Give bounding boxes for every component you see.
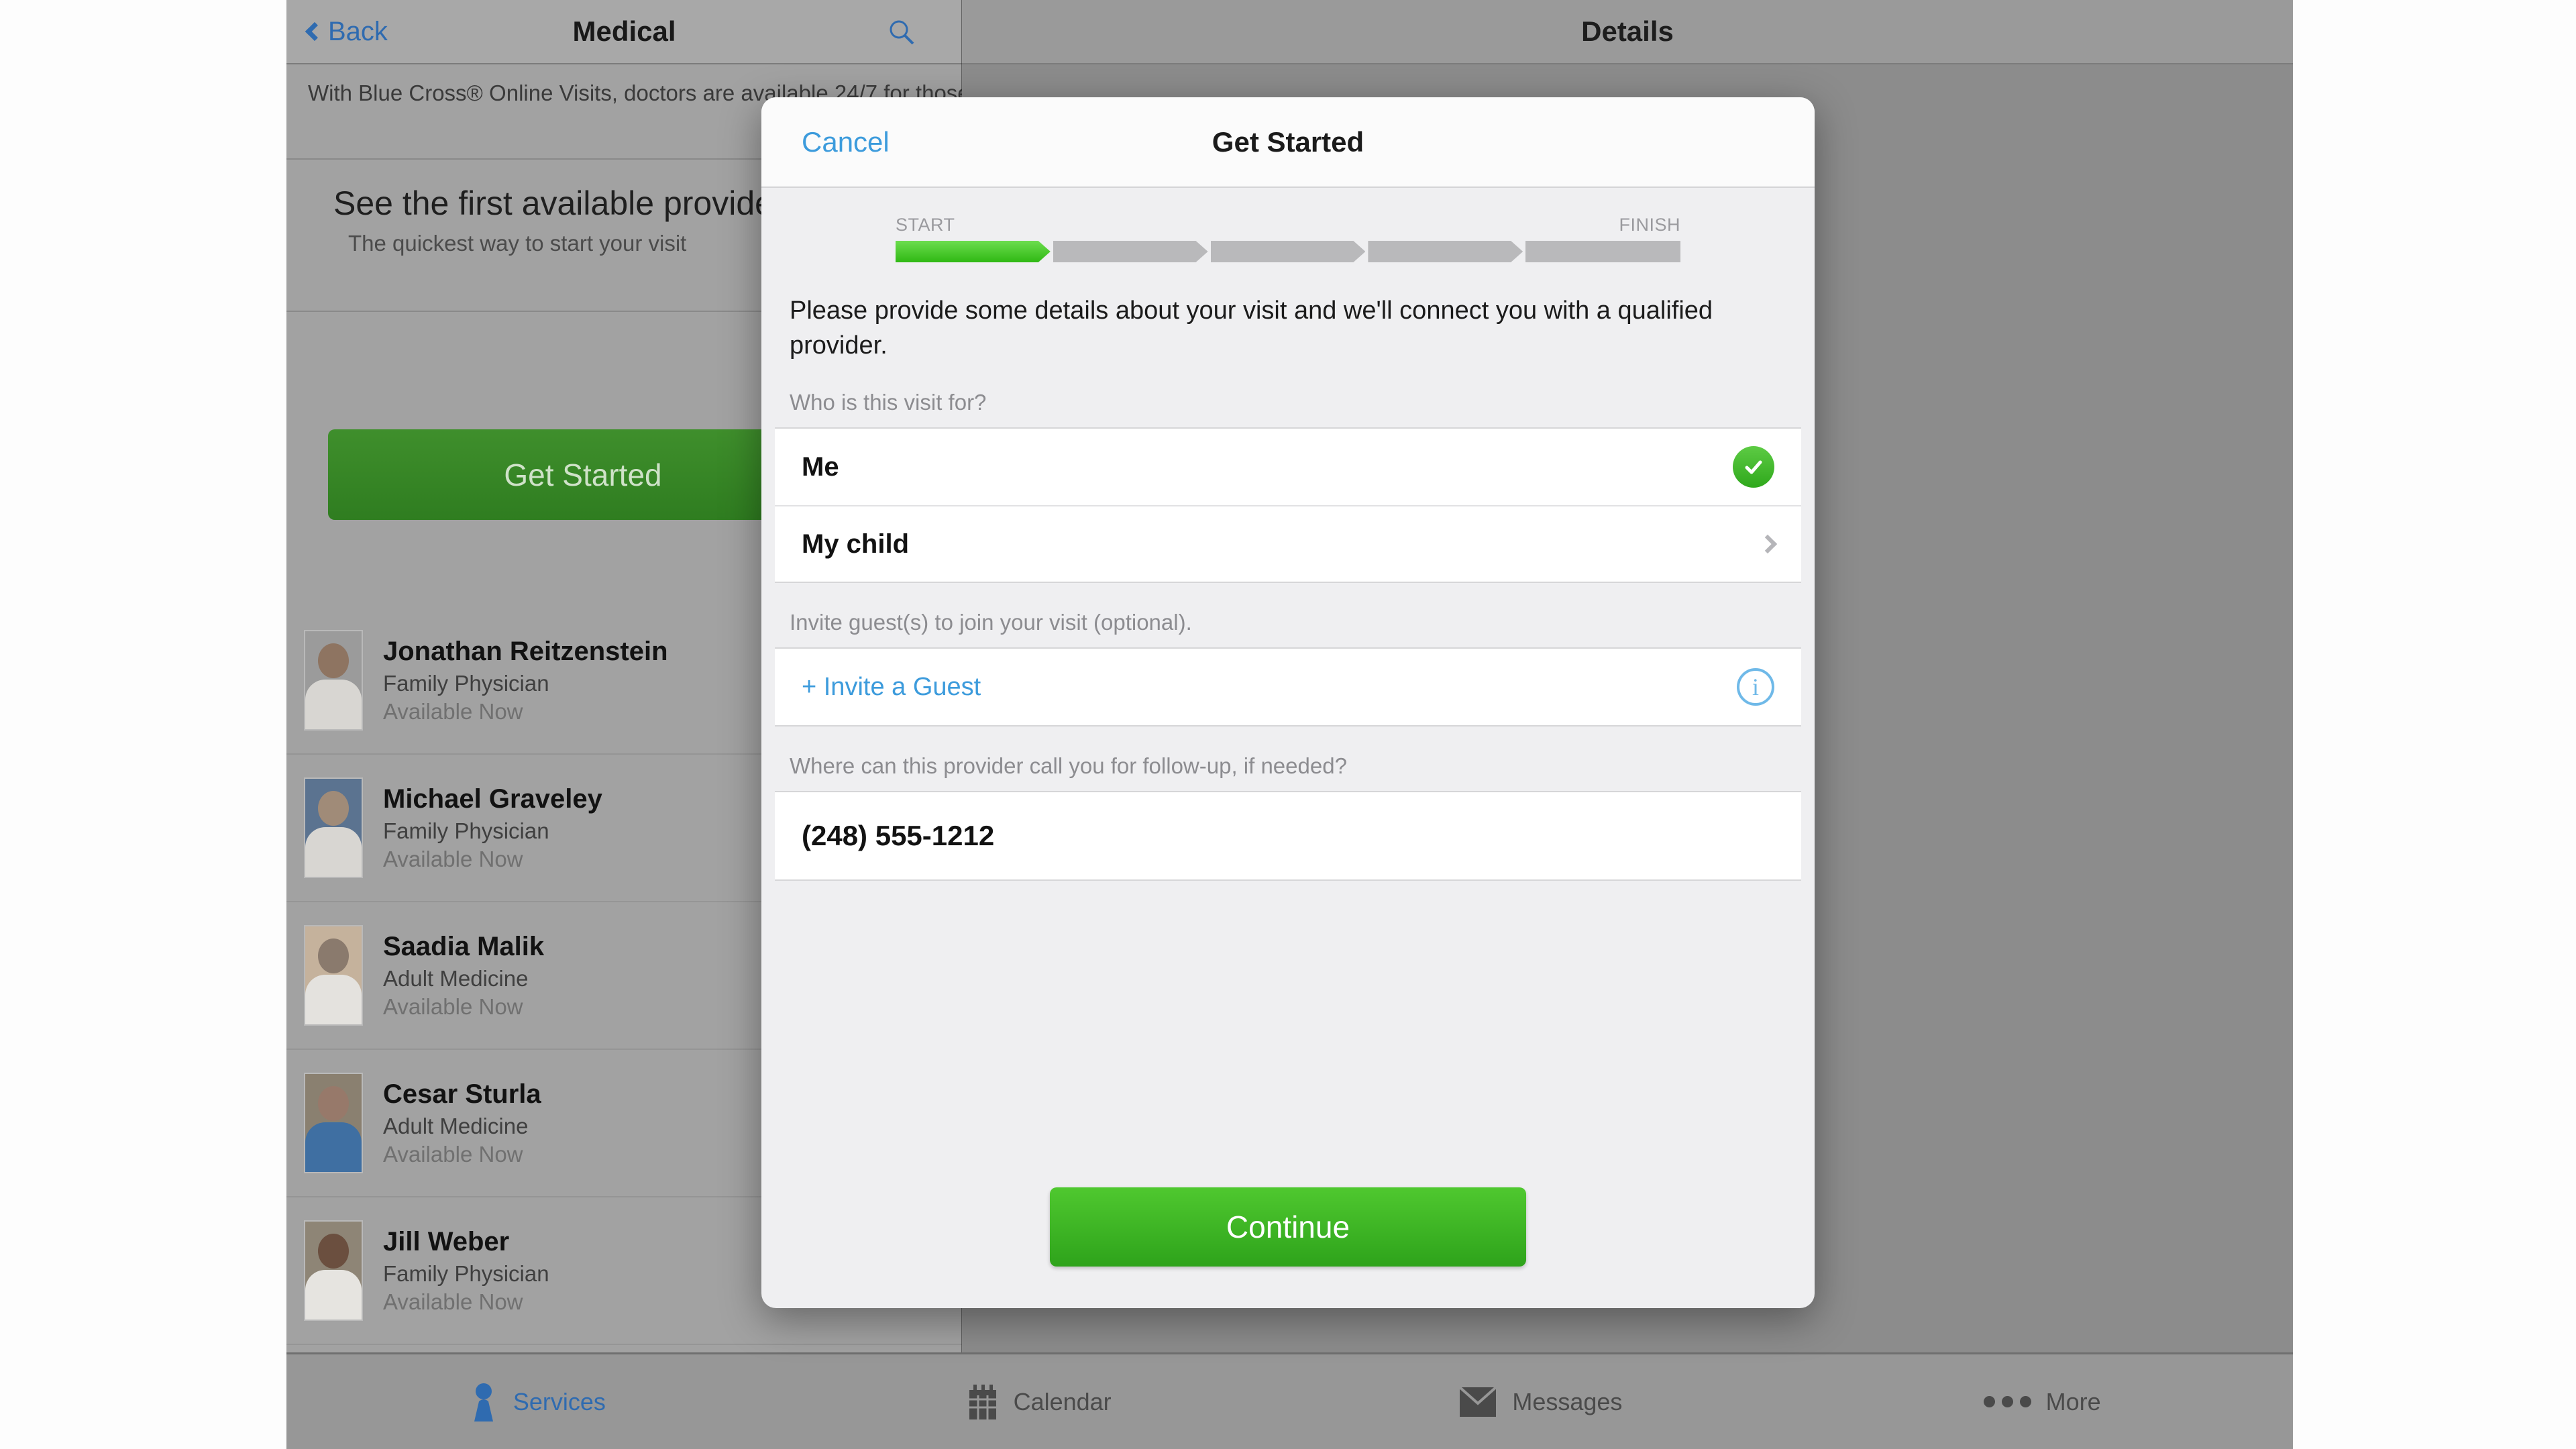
progress-segment-3 <box>1211 241 1366 262</box>
provider-availability: Available Now <box>383 698 523 724</box>
provider-name: Michael Graveley <box>383 784 602 814</box>
get-started-modal: Cancel Get Started START FINISH Please p… <box>761 97 1815 1308</box>
option-my-child-label: My child <box>802 529 910 559</box>
provider-availability: Available Now <box>383 994 523 1019</box>
invite-guest-row[interactable]: + Invite a Guest i <box>775 649 1801 725</box>
progress-segment-2 <box>1053 241 1208 262</box>
invite-guest-card: + Invite a Guest i <box>775 647 1801 727</box>
provider-name: Cesar Sturla <box>383 1079 541 1109</box>
avatar <box>304 630 363 731</box>
avatar <box>304 1220 363 1321</box>
progress-finish-label: FINISH <box>1619 215 1680 235</box>
get-started-label: Get Started <box>504 457 662 492</box>
chevron-right-icon <box>1758 534 1778 554</box>
phone-label: Where can this provider call you for fol… <box>790 753 1347 778</box>
phone-row[interactable]: (248) 555-1212 <box>775 792 1801 879</box>
tab-messages[interactable]: Messages <box>1290 1354 1792 1449</box>
continue-label: Continue <box>1226 1210 1350 1244</box>
progress-indicator: START FINISH <box>761 188 1815 262</box>
tab-bar: Services Calendar Messages More <box>286 1352 2293 1449</box>
search-icon[interactable] <box>888 19 915 46</box>
provider-specialty: Family Physician <box>383 670 549 696</box>
modal-header: Cancel Get Started <box>761 97 1815 188</box>
avatar <box>304 1073 363 1173</box>
provider-specialty: Adult Medicine <box>383 1113 529 1138</box>
phone-input[interactable]: (248) 555-1212 <box>802 820 994 852</box>
progress-segment-4 <box>1368 241 1523 262</box>
envelope-icon <box>1458 1386 1497 1417</box>
person-icon <box>474 1383 493 1421</box>
back-button[interactable]: Back <box>305 16 388 47</box>
provider-specialty: Family Physician <box>383 818 549 843</box>
tab-calendar[interactable]: Calendar <box>788 1354 1290 1449</box>
tab-services-label: Services <box>513 1387 606 1415</box>
who-label: Who is this visit for? <box>790 390 987 415</box>
provider-specialty: Family Physician <box>383 1260 549 1286</box>
guest-label: Invite guest(s) to join your visit (opti… <box>790 610 1192 635</box>
invite-guest-link[interactable]: + Invite a Guest <box>802 673 981 702</box>
check-circle-icon <box>1733 446 1774 488</box>
modal-body: Please provide some details about your v… <box>761 262 1815 881</box>
left-navbar: Back Medical <box>286 0 962 64</box>
progress-segment-1 <box>896 241 1051 262</box>
ellipsis-icon <box>1983 1396 2031 1407</box>
who-options-card: Me My child <box>775 427 1801 583</box>
tab-more-label: More <box>2045 1387 2101 1415</box>
lead-text: Please provide some details about your v… <box>790 297 1713 360</box>
progress-bar <box>896 241 1680 262</box>
progress-start-label: START <box>896 215 955 235</box>
avatar <box>304 925 363 1026</box>
tab-more[interactable]: More <box>1791 1354 2293 1449</box>
tab-calendar-label: Calendar <box>1013 1387 1112 1415</box>
phone-card: (248) 555-1212 <box>775 791 1801 881</box>
option-me[interactable]: Me <box>775 429 1801 505</box>
provider-availability: Available Now <box>383 846 523 871</box>
option-my-child[interactable]: My child <box>775 505 1801 582</box>
screen: Back Medical With Blue Cross® Online Vis… <box>0 0 2576 1449</box>
chevron-left-icon <box>305 21 325 42</box>
progress-segment-5 <box>1525 241 1680 262</box>
calendar-icon <box>969 1384 996 1419</box>
avatar <box>304 777 363 878</box>
continue-button[interactable]: Continue <box>1050 1187 1526 1267</box>
provider-name: Saadia Malik <box>383 931 545 961</box>
right-navbar: Details <box>962 0 2293 64</box>
modal-title: Get Started <box>1212 125 1364 158</box>
provider-name: Jonathan Reitzenstein <box>383 636 668 666</box>
provider-specialty: Adult Medicine <box>383 965 529 991</box>
back-button-label: Back <box>328 16 388 46</box>
right-pane-title: Details <box>1581 15 1674 47</box>
option-me-label: Me <box>802 451 839 482</box>
info-circle-icon[interactable]: i <box>1737 668 1774 706</box>
tab-services[interactable]: Services <box>286 1354 788 1449</box>
left-pane-title: Medical <box>572 15 676 47</box>
provider-availability: Available Now <box>383 1141 523 1167</box>
provider-availability: Available Now <box>383 1289 523 1314</box>
tab-messages-label: Messages <box>1512 1387 1623 1415</box>
provider-name: Jill Weber <box>383 1226 510 1256</box>
